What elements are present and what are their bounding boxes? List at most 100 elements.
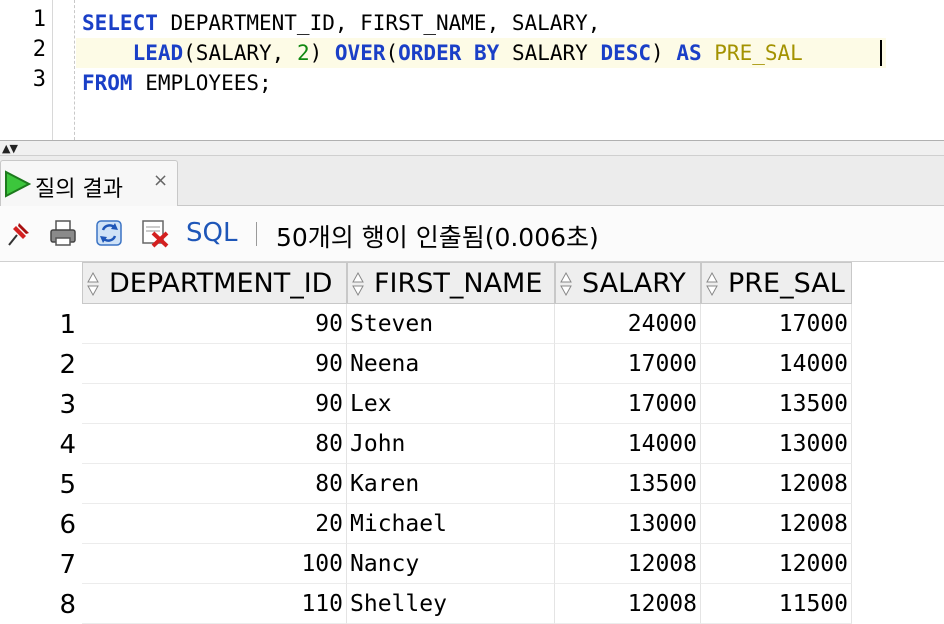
cell-salary[interactable]: 12008 <box>555 584 701 624</box>
code-text: (SALARY, <box>183 41 297 65</box>
column-header-label: DEPARTMENT_ID <box>109 268 333 299</box>
table-row[interactable]: 8 110 Shelley 12008 11500 <box>0 584 944 624</box>
code-text: DEPARTMENT_ID, FIRST_NAME, SALARY, <box>157 11 601 35</box>
cell-department-id[interactable]: 90 <box>82 344 347 384</box>
code-text: ) <box>309 41 335 65</box>
sort-icon[interactable] <box>706 271 718 297</box>
cell-first-name[interactable]: Steven <box>347 304 555 344</box>
sort-icon[interactable] <box>87 271 99 297</box>
column-header-salary[interactable]: SALARY <box>555 262 701 304</box>
cell-department-id[interactable]: 90 <box>82 304 347 344</box>
row-number: 1 <box>59 310 76 340</box>
keyword-over: OVER <box>334 41 386 65</box>
keyword-order-by: ORDER BY <box>398 41 500 65</box>
code-line-2[interactable]: LEAD(SALARY, 2) OVER(ORDER BY SALARY DES… <box>82 38 803 68</box>
column-header-label: SALARY <box>582 268 686 299</box>
cell-first-name[interactable]: Karen <box>347 464 555 504</box>
cell-pre-sal[interactable]: 12000 <box>701 544 852 584</box>
code-text: ) <box>651 41 677 65</box>
results-grid[interactable]: DEPARTMENT_ID FIRST_NAME SALARY PRE_SAL … <box>0 262 944 624</box>
cell-salary[interactable]: 13000 <box>555 504 701 544</box>
code-text: ( <box>385 41 399 65</box>
sort-icon[interactable] <box>352 271 364 297</box>
row-number: 7 <box>59 550 76 580</box>
line-number: 1 <box>32 7 46 32</box>
cell-first-name[interactable]: John <box>347 424 555 464</box>
sort-icon[interactable] <box>560 271 572 297</box>
cell-department-id[interactable]: 90 <box>82 384 347 424</box>
row-number: 2 <box>59 350 76 380</box>
code-text: EMPLOYEES; <box>132 71 272 95</box>
sql-editor[interactable]: 1 2 3 SELECT DEPARTMENT_ID, FIRST_NAME, … <box>0 0 944 140</box>
column-header-label: PRE_SAL <box>728 268 845 299</box>
table-row[interactable]: 1 90 Steven 24000 17000 <box>0 304 944 344</box>
cell-pre-sal[interactable]: 11500 <box>701 584 852 624</box>
cell-department-id[interactable]: 80 <box>82 464 347 504</box>
column-header-label: FIRST_NAME <box>374 268 543 299</box>
cell-pre-sal[interactable]: 12008 <box>701 504 852 544</box>
cell-salary[interactable]: 17000 <box>555 344 701 384</box>
toolbar-divider <box>256 222 257 246</box>
line-number-gutter: 1 2 3 <box>0 0 53 140</box>
column-alias: PRE_SAL <box>714 41 803 65</box>
line-number: 3 <box>32 67 46 92</box>
cell-salary[interactable]: 17000 <box>555 384 701 424</box>
cell-pre-sal[interactable]: 12008 <box>701 464 852 504</box>
run-triangle-icon <box>3 170 32 202</box>
table-row[interactable]: 2 90 Neena 17000 14000 <box>0 344 944 384</box>
cell-salary[interactable]: 12008 <box>555 544 701 584</box>
collapse-arrows-icon[interactable]: ▲▼ <box>2 142 18 155</box>
cell-salary[interactable]: 24000 <box>555 304 701 344</box>
function-lead: LEAD <box>132 41 184 65</box>
keyword-select: SELECT <box>82 11 158 35</box>
cell-pre-sal[interactable]: 13500 <box>701 384 852 424</box>
text-caret <box>880 40 882 66</box>
fetch-status: 50개의 행이 인출됨(0.006초) <box>276 223 599 252</box>
keyword-from: FROM <box>82 71 133 95</box>
column-header-department-id[interactable]: DEPARTMENT_ID <box>82 262 347 304</box>
row-number: 3 <box>59 390 76 420</box>
row-number: 4 <box>59 430 76 460</box>
column-header-first-name[interactable]: FIRST_NAME <box>347 262 555 304</box>
cell-salary[interactable]: 13500 <box>555 464 701 504</box>
sql-link[interactable]: SQL <box>186 218 237 248</box>
cell-department-id[interactable]: 100 <box>82 544 347 584</box>
code-line-3[interactable]: FROM EMPLOYEES; <box>82 68 272 98</box>
number-literal: 2 <box>296 41 310 65</box>
indent-guide <box>74 0 75 140</box>
table-row[interactable]: 7 100 Nancy 12008 12000 <box>0 544 944 584</box>
pane-splitter[interactable]: ▲▼ <box>0 140 944 156</box>
cell-department-id[interactable]: 110 <box>82 584 347 624</box>
tab-query-result[interactable]: 질의 결과 × <box>0 160 178 206</box>
code-line-1[interactable]: SELECT DEPARTMENT_ID, FIRST_NAME, SALARY… <box>82 8 600 38</box>
table-row[interactable]: 3 90 Lex 17000 13500 <box>0 384 944 424</box>
cell-salary[interactable]: 14000 <box>555 424 701 464</box>
column-header-pre-sal[interactable]: PRE_SAL <box>701 262 852 304</box>
close-icon[interactable]: × <box>153 170 168 191</box>
cell-department-id[interactable]: 20 <box>82 504 347 544</box>
cell-first-name[interactable]: Michael <box>347 504 555 544</box>
row-number: 8 <box>59 590 76 620</box>
row-number: 5 <box>59 470 76 500</box>
keyword-desc: DESC <box>600 41 652 65</box>
table-row[interactable]: 4 80 John 14000 13000 <box>0 424 944 464</box>
tab-label: 질의 결과 <box>35 177 123 202</box>
results-toolbar: SQL 50개의 행이 인출됨(0.006초) <box>0 206 944 262</box>
cell-pre-sal[interactable]: 17000 <box>701 304 852 344</box>
cell-first-name[interactable]: Nancy <box>347 544 555 584</box>
table-row[interactable]: 5 80 Karen 13500 12008 <box>0 464 944 504</box>
cell-first-name[interactable]: Shelley <box>347 584 555 624</box>
table-row[interactable]: 6 20 Michael 13000 12008 <box>0 504 944 544</box>
print-icon[interactable] <box>48 218 78 248</box>
pin-icon[interactable] <box>4 218 34 248</box>
cell-first-name[interactable]: Neena <box>347 344 555 384</box>
line-number: 2 <box>32 37 46 62</box>
cell-department-id[interactable]: 80 <box>82 424 347 464</box>
cell-pre-sal[interactable]: 13000 <box>701 424 852 464</box>
delete-icon[interactable] <box>140 218 170 248</box>
refresh-icon[interactable] <box>94 218 124 248</box>
cell-first-name[interactable]: Lex <box>347 384 555 424</box>
cell-pre-sal[interactable]: 14000 <box>701 344 852 384</box>
